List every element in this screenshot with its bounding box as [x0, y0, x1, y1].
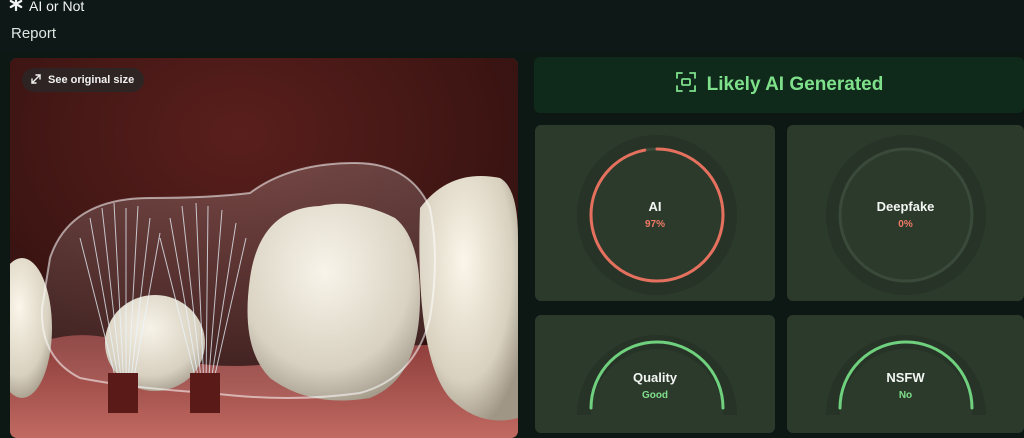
ai-value: 97% [644, 219, 665, 230]
analyzed-image [10, 58, 518, 438]
app-brand[interactable]: AI or Not [9, 0, 84, 14]
asterisk-logo-icon [9, 0, 23, 14]
quality-label: Quality [632, 370, 678, 385]
deepfake-label: Deepfake [876, 199, 935, 214]
verdict-banner: Likely AI Generated [534, 57, 1024, 113]
expand-arrows-icon [30, 73, 42, 88]
deepfake-score-card: Deepfake 0% [787, 125, 1024, 301]
see-original-size-label: See original size [48, 74, 135, 86]
quality-value: Good [641, 390, 669, 401]
see-original-size-button[interactable]: See original size [22, 68, 145, 92]
deepfake-value: 0% [898, 219, 913, 230]
page-title: Report [11, 25, 57, 42]
nsfw-label: NSFW [886, 370, 925, 385]
ai-ring-value [589, 147, 725, 283]
ai-label: AI [648, 199, 662, 214]
verdict-label: Likely AI Generated [706, 74, 884, 95]
top-bar: AI or Not Report [0, 0, 1024, 52]
app-name: AI or Not [29, 0, 85, 14]
nsfw-value: No [898, 390, 913, 401]
quality-card: Quality Good [535, 315, 775, 433]
ai-score-card: AI 97% [535, 125, 775, 301]
analyzed-image-panel: See original size [10, 58, 518, 438]
scan-frame-icon [675, 71, 697, 99]
nsfw-card: NSFW No [787, 315, 1024, 433]
